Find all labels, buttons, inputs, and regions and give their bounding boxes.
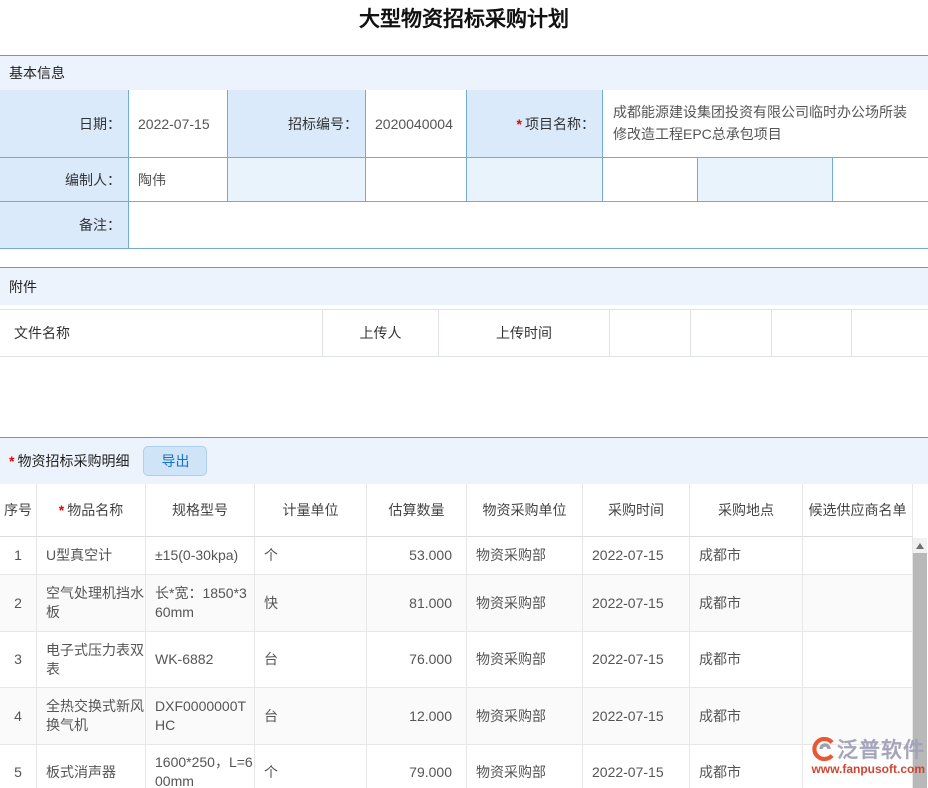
attachments-col-empty — [772, 310, 852, 356]
preparer-value: 陶伟 — [129, 158, 228, 202]
section-detail-title: 物资招标采购明细 — [17, 451, 129, 471]
date-label: 日期： — [0, 90, 129, 158]
empty-cell — [603, 158, 698, 202]
required-asterisk: * — [517, 116, 522, 132]
detail-col-qty: 估算数量 — [367, 484, 467, 537]
row-seq: 2 — [0, 575, 37, 632]
vendor-watermark: 泛普软件 www.fanpusoft.com — [811, 736, 925, 776]
row-place: 成都市 — [690, 688, 803, 745]
row-place: 成都市 — [690, 575, 803, 632]
row-seq: 4 — [0, 688, 37, 745]
row-place: 成都市 — [690, 745, 803, 788]
scroll-up-arrow-icon[interactable] — [913, 538, 927, 553]
section-basic-info-header: 基本信息 — [0, 55, 928, 90]
watermark-brand-text: 泛普软件 — [837, 734, 925, 764]
attachments-col-empty — [852, 310, 928, 356]
page: 大型物资招标采购计划 基本信息 日期： 2022-07-15 招标编号： 202… — [0, 0, 928, 788]
detail-col-place: 采购地点 — [690, 484, 803, 537]
row-date: 2022-07-15 — [583, 745, 690, 788]
row-spec: 1600*250，L=600mm — [146, 745, 255, 788]
row-item-name: 电子式压力表双表 — [37, 632, 146, 688]
row-item-name: 全热交换式新风换气机 — [37, 688, 146, 745]
row-suppliers — [803, 575, 913, 632]
empty-cell — [698, 158, 833, 202]
detail-col-date: 采购时间 — [583, 484, 690, 537]
attachments-col-empty — [610, 310, 691, 356]
row-suppliers — [803, 632, 913, 688]
attachments-table-header: 文件名称 上传人 上传时间 — [0, 309, 928, 357]
export-button[interactable]: 导出 — [143, 446, 207, 476]
row-place: 成都市 — [690, 632, 803, 688]
row-unit: 台 — [255, 632, 367, 688]
row-spec: DXF0000000THC — [146, 688, 255, 745]
empty-cell — [467, 158, 603, 202]
empty-cell — [833, 158, 928, 202]
section-basic-info-title: 基本信息 — [9, 63, 65, 83]
row-suppliers — [803, 537, 913, 575]
row-dept: 物资采购部 — [467, 745, 583, 788]
project-name-label: * 项目名称： — [467, 90, 603, 158]
detail-col-seq: 序号 — [0, 484, 37, 537]
row-seq: 3 — [0, 632, 37, 688]
row-dept: 物资采购部 — [467, 575, 583, 632]
row-qty: 79.000 — [367, 745, 467, 788]
page-title: 大型物资招标采购计划 — [0, 6, 928, 34]
row-spec: ±15(0-30kpa) — [146, 537, 255, 575]
row-unit: 快 — [255, 575, 367, 632]
row-unit: 个 — [255, 745, 367, 788]
bid-number-value: 2020040004 — [366, 90, 467, 158]
detail-table: 序号 * 物品名称 规格型号 计量单位 估算数量 物资采购单位 采购时间 采购地… — [0, 484, 913, 788]
watermark-url-text: www.fanpusoft.com — [811, 762, 925, 776]
row-seq: 5 — [0, 745, 37, 788]
row-place: 成都市 — [690, 537, 803, 575]
project-name-value: 成都能源建设集团投资有限公司临时办公场所装修改造工程EPC总承包项目 — [603, 90, 928, 158]
row-date: 2022-07-15 — [583, 688, 690, 745]
empty-cell — [228, 158, 366, 202]
detail-col-spec: 规格型号 — [146, 484, 255, 537]
row-qty: 81.000 — [367, 575, 467, 632]
project-name-label-text: 项目名称： — [525, 114, 595, 134]
row-date: 2022-07-15 — [583, 632, 690, 688]
date-value: 2022-07-15 — [129, 90, 228, 158]
attachments-col-uploader: 上传人 — [323, 310, 439, 356]
row-spec: 长*宽：1850*360mm — [146, 575, 255, 632]
row-unit: 个 — [255, 537, 367, 575]
required-asterisk: * — [59, 501, 64, 520]
basic-info-table: 日期： 2022-07-15 招标编号： 2020040004 * 项目名称： … — [0, 90, 928, 249]
bid-number-label: 招标编号： — [228, 90, 366, 158]
preparer-label: 编制人： — [0, 158, 129, 202]
remark-label: 备注： — [0, 202, 129, 248]
row-qty: 76.000 — [367, 632, 467, 688]
detail-col-dept: 物资采购单位 — [467, 484, 583, 537]
row-qty: 12.000 — [367, 688, 467, 745]
section-detail-header: * 物资招标采购明细 导出 — [0, 437, 928, 484]
attachments-empty-area — [0, 357, 928, 437]
detail-col-item-name-text: 物品名称 — [67, 501, 123, 520]
attachments-col-empty — [691, 310, 772, 356]
section-attachments-header: 附件 — [0, 267, 928, 305]
empty-cell — [366, 158, 467, 202]
row-qty: 53.000 — [367, 537, 467, 575]
attachments-col-upload-time: 上传时间 — [439, 310, 610, 356]
row-item-name: 空气处理机挡水板 — [37, 575, 146, 632]
section-attachments-title: 附件 — [9, 277, 37, 297]
row-seq: 1 — [0, 537, 37, 575]
row-date: 2022-07-15 — [583, 537, 690, 575]
fanpu-logo-icon — [811, 737, 835, 761]
detail-col-item-name: * 物品名称 — [37, 484, 146, 537]
row-dept: 物资采购部 — [467, 632, 583, 688]
row-dept: 物资采购部 — [467, 537, 583, 575]
required-asterisk: * — [9, 453, 14, 469]
row-unit: 台 — [255, 688, 367, 745]
remark-value — [129, 202, 928, 248]
row-spec: WK-6882 — [146, 632, 255, 688]
detail-col-suppliers: 候选供应商名单 — [803, 484, 913, 537]
row-item-name: U型真空计 — [37, 537, 146, 575]
attachments-col-file-name: 文件名称 — [0, 310, 323, 356]
detail-col-unit: 计量单位 — [255, 484, 367, 537]
row-dept: 物资采购部 — [467, 688, 583, 745]
row-date: 2022-07-15 — [583, 575, 690, 632]
row-item-name: 板式消声器 — [37, 745, 146, 788]
